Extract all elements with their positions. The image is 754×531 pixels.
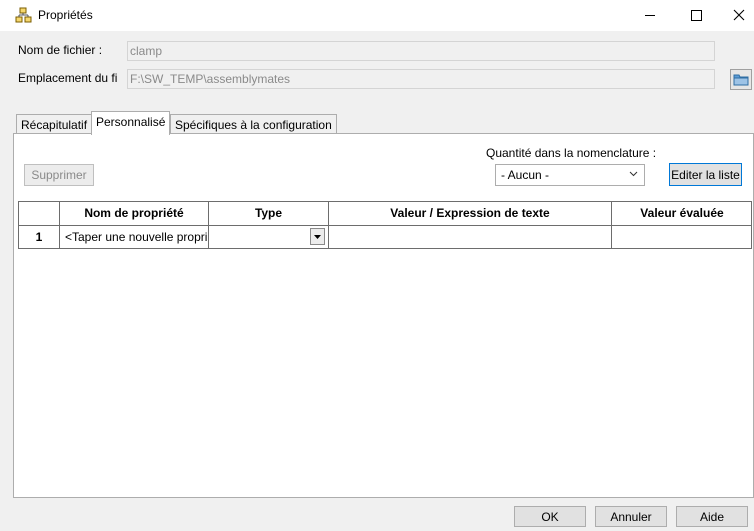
delete-button[interactable]: Supprimer	[24, 164, 94, 186]
browse-folder-button[interactable]	[730, 69, 752, 90]
value-cell[interactable]	[329, 226, 611, 248]
column-header-value[interactable]: Valeur / Expression de texte	[329, 206, 611, 220]
bom-quantity-select[interactable]: - Aucun -	[495, 164, 645, 186]
triangle-down-icon	[311, 233, 324, 247]
window-title: Propriétés	[38, 8, 93, 22]
evaluated-value-cell	[612, 226, 752, 248]
property-name-cell[interactable]: <Taper une nouvelle propri	[65, 230, 207, 244]
ok-button[interactable]: OK	[514, 506, 586, 527]
minimize-button[interactable]	[627, 0, 673, 31]
chevron-down-icon	[629, 168, 638, 182]
cancel-button[interactable]: Annuler	[595, 506, 667, 527]
bom-quantity-label: Quantité dans la nomenclature :	[486, 146, 657, 160]
filename-label: Nom de fichier :	[18, 43, 103, 57]
close-button[interactable]	[716, 0, 754, 31]
column-header-type[interactable]: Type	[209, 206, 328, 220]
column-header-property-name[interactable]: Nom de propriété	[60, 206, 208, 220]
help-button[interactable]: Aide	[676, 506, 748, 527]
type-dropdown-button[interactable]	[310, 228, 325, 245]
tab-custom[interactable]: Personnalisé	[91, 111, 171, 135]
title-bar: Propriétés	[0, 0, 754, 31]
bom-quantity-value: - Aucun -	[501, 168, 550, 182]
filename-field: clamp	[127, 41, 715, 61]
edit-list-button[interactable]: Editer la liste	[669, 163, 742, 186]
tab-summary[interactable]: Récapitulatif	[16, 114, 93, 135]
row-number: 1	[35, 230, 43, 244]
properties-icon	[15, 7, 32, 24]
location-field: F:\SW_TEMP\assemblymates	[127, 69, 715, 89]
location-label: Emplacement du fi	[18, 71, 118, 85]
tab-configuration-specific[interactable]: Spécifiques à la configuration	[170, 114, 337, 135]
properties-table: Nom de propriété Type Valeur / Expressio…	[18, 201, 752, 249]
column-header-evaluated-value[interactable]: Valeur évaluée	[612, 206, 752, 220]
custom-properties-panel	[13, 133, 754, 498]
maximize-button[interactable]	[673, 0, 719, 31]
folder-icon	[731, 74, 751, 92]
